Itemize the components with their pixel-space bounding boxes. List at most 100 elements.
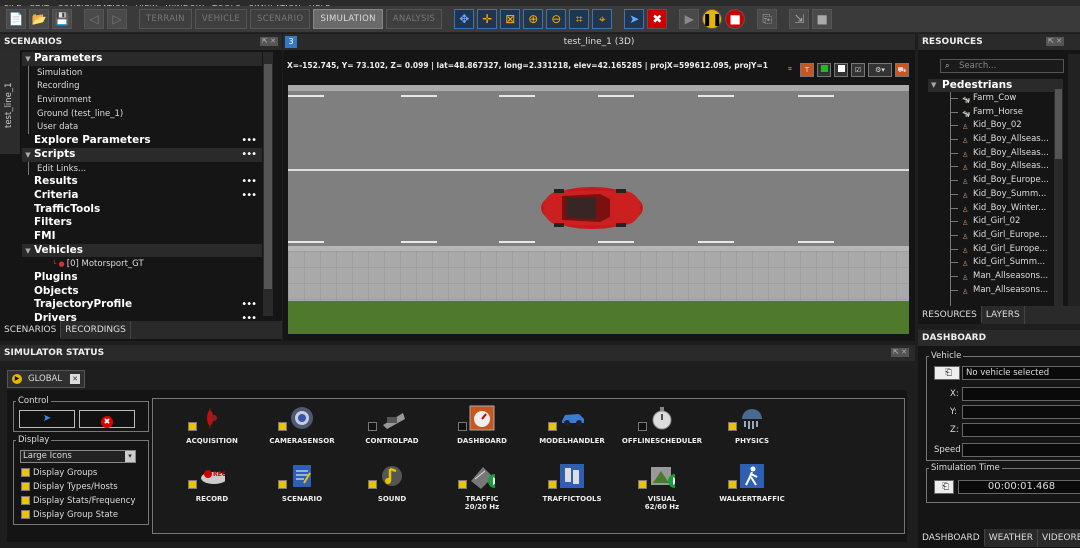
- tree-item[interactable]: Results •••: [22, 175, 262, 189]
- tree-item[interactable]: Simulation: [28, 65, 262, 80]
- sim-time-icon[interactable]: ⎗: [934, 480, 954, 494]
- checkbox-icon[interactable]: [21, 468, 30, 477]
- resources-scrollbar[interactable]: [1054, 79, 1063, 324]
- resource-item[interactable]: ♙ Kid_Boy_Winter...: [928, 202, 1054, 216]
- resource-category-pedestrians[interactable]: Pedestrians: [928, 79, 1054, 92]
- tab-videoreco[interactable]: VIDEORECO: [1038, 529, 1080, 547]
- tree-item[interactable]: Explore Parameters •••: [22, 134, 262, 148]
- resource-item[interactable]: ♙ Kid_Girl_Europe...: [928, 243, 1054, 257]
- resource-item[interactable]: ♙ Kid_Girl_Europe...: [928, 229, 1054, 243]
- tree-item[interactable]: ▼ Parameters: [22, 52, 262, 66]
- 3d-scene[interactable]: [288, 85, 909, 334]
- more-options-icon[interactable]: •••: [241, 175, 257, 189]
- tree-item[interactable]: Ground (test_line_1): [28, 106, 262, 121]
- display-option[interactable]: Display Types/Hosts: [21, 480, 136, 494]
- cancel-icon[interactable]: ✖: [647, 9, 668, 29]
- target-icon[interactable]: ⌖: [592, 9, 613, 29]
- resource-item[interactable]: ♙ Kid_Girl_02: [928, 215, 1054, 229]
- checkbox-icon[interactable]: [188, 480, 197, 489]
- white-square-icon[interactable]: [834, 63, 848, 77]
- tab-dashboard[interactable]: DASHBOARD: [918, 529, 985, 547]
- more-options-icon[interactable]: •••: [241, 134, 257, 148]
- checkbox-icon[interactable]: [458, 422, 467, 431]
- display-option[interactable]: Display Stats/Frequency: [21, 494, 136, 508]
- tree-item[interactable]: FMI: [22, 230, 262, 244]
- vehicle-view-icon[interactable]: ⛟: [895, 63, 909, 77]
- checkbox-icon[interactable]: [188, 422, 197, 431]
- plugin-walkertraffic[interactable]: WALKERTRAFFIC: [707, 463, 797, 503]
- play-icon[interactable]: ▶: [679, 9, 700, 29]
- resources-search-input[interactable]: ⌕ Search...: [940, 59, 1064, 73]
- plugin-controlpad[interactable]: CONTROLPAD: [347, 405, 437, 445]
- checkbox-icon[interactable]: [21, 482, 30, 491]
- tree-item[interactable]: ▼ Scripts •••: [22, 147, 262, 162]
- text-icon[interactable]: T: [800, 63, 814, 77]
- resource-item[interactable]: ♙ Kid_Boy_Allseas...: [928, 160, 1054, 174]
- new-file-icon[interactable]: 📄: [6, 9, 26, 29]
- save-icon[interactable]: 💾: [52, 9, 72, 29]
- plugin-camerasensor[interactable]: CAMERASENSOR: [257, 405, 347, 445]
- checkbox-icon[interactable]: [458, 480, 467, 489]
- mode-tab-terrain[interactable]: TERRAIN: [139, 9, 192, 29]
- tree-item[interactable]: └ ● [0] Motorsport_GT: [22, 257, 262, 271]
- resource-item[interactable]: ♙ Kid_Girl_Summ...: [928, 256, 1054, 270]
- zoom-in-icon[interactable]: ⊕: [523, 9, 544, 29]
- vehicle-select-button[interactable]: ⎗: [934, 366, 960, 380]
- scenario-scrollbar[interactable]: [263, 52, 273, 316]
- more-options-icon[interactable]: •••: [241, 189, 257, 203]
- tab-layers[interactable]: LAYERS: [982, 306, 1025, 324]
- resource-item[interactable]: ♙ Kid_Boy_Allseas...: [928, 147, 1054, 161]
- plugin-modelhandler[interactable]: MODELHANDLER: [527, 405, 617, 445]
- plugin-offlinescheduler[interactable]: OFFLINESCHEDULER: [617, 405, 707, 445]
- abort-button[interactable]: ✖: [79, 410, 135, 428]
- pointer-icon[interactable]: ➤: [624, 9, 645, 29]
- plugin-traffictools[interactable]: TRAFFICTOOLS: [527, 463, 617, 503]
- camera-dropdown-icon[interactable]: ⚙▾: [868, 63, 892, 77]
- plugin-record[interactable]: REC RECORD: [167, 463, 257, 503]
- checkbox-icon[interactable]: [368, 422, 377, 431]
- pan-icon[interactable]: ✛: [477, 9, 498, 29]
- resource-item[interactable]: ♙ Kid_Boy_Europe...: [928, 174, 1054, 188]
- checkbox-icon[interactable]: [638, 422, 647, 431]
- tree-item[interactable]: TrafficTools: [22, 203, 262, 217]
- resource-item[interactable]: ♙ Kid_Boy_Allseas...: [928, 133, 1054, 147]
- zoom-out-icon[interactable]: ⊖: [546, 9, 567, 29]
- mode-tab-vehicle[interactable]: VEHICLE: [194, 9, 248, 29]
- tree-item[interactable]: Plugins: [22, 271, 262, 285]
- tree-item[interactable]: Objects: [22, 285, 262, 299]
- mode-tab-simulation[interactable]: SIMULATION: [313, 9, 383, 29]
- stop-icon[interactable]: ■: [725, 9, 746, 29]
- plugin-physics[interactable]: PHYSICS: [707, 405, 797, 445]
- pause-icon[interactable]: ❚❚: [702, 9, 722, 29]
- scenario-side-tab[interactable]: test_line_1: [0, 50, 21, 154]
- display-option[interactable]: Display Groups: [21, 466, 136, 480]
- checkbox-icon[interactable]: [368, 480, 377, 489]
- panel-controls-icon[interactable]: ⇱ ✕: [1045, 37, 1064, 46]
- grid-icon[interactable]: ⌗: [783, 63, 797, 77]
- resource-item[interactable]: ♙ Kid_Boy_02: [928, 119, 1054, 133]
- resource-item[interactable]: ♙ Kid_Boy_Summ...: [928, 188, 1054, 202]
- tab-weather[interactable]: WEATHER: [985, 529, 1038, 547]
- more-options-icon[interactable]: •••: [241, 298, 257, 312]
- panel-controls-icon[interactable]: ⇱ ✕: [259, 37, 278, 46]
- green-square-icon[interactable]: [817, 63, 831, 77]
- close-icon[interactable]: ✕: [70, 374, 81, 384]
- checkbox-icon[interactable]: [21, 496, 30, 505]
- checkbox-icon[interactable]: [278, 422, 287, 431]
- plugin-sound[interactable]: SOUND: [347, 463, 437, 503]
- display-option[interactable]: Display Group State: [21, 508, 136, 522]
- checkbox-icon[interactable]: [21, 510, 30, 519]
- plugin-acquisition[interactable]: ACQUISITION: [167, 405, 257, 445]
- tab-recordings[interactable]: RECORDINGS: [61, 321, 131, 339]
- panel-controls-icon[interactable]: ⇱ ✕: [890, 348, 909, 357]
- tree-item[interactable]: ▼ Vehicles: [22, 243, 262, 258]
- tree-item[interactable]: Environment: [28, 93, 262, 107]
- resource-item[interactable]: 🐄 Farm_Cow: [928, 92, 1054, 106]
- plugin-traffic[interactable]: TRAFFIC 20/20 Hz: [437, 463, 527, 511]
- step-icon[interactable]: ⇲: [789, 9, 810, 29]
- more-options-icon[interactable]: •••: [241, 148, 257, 162]
- mode-tab-scenario[interactable]: SCENARIO: [250, 9, 311, 29]
- tree-item[interactable]: Criteria •••: [22, 189, 262, 203]
- frame-icon[interactable]: ⌗: [569, 9, 590, 29]
- vehicle-motorsport-gt[interactable]: [540, 185, 644, 231]
